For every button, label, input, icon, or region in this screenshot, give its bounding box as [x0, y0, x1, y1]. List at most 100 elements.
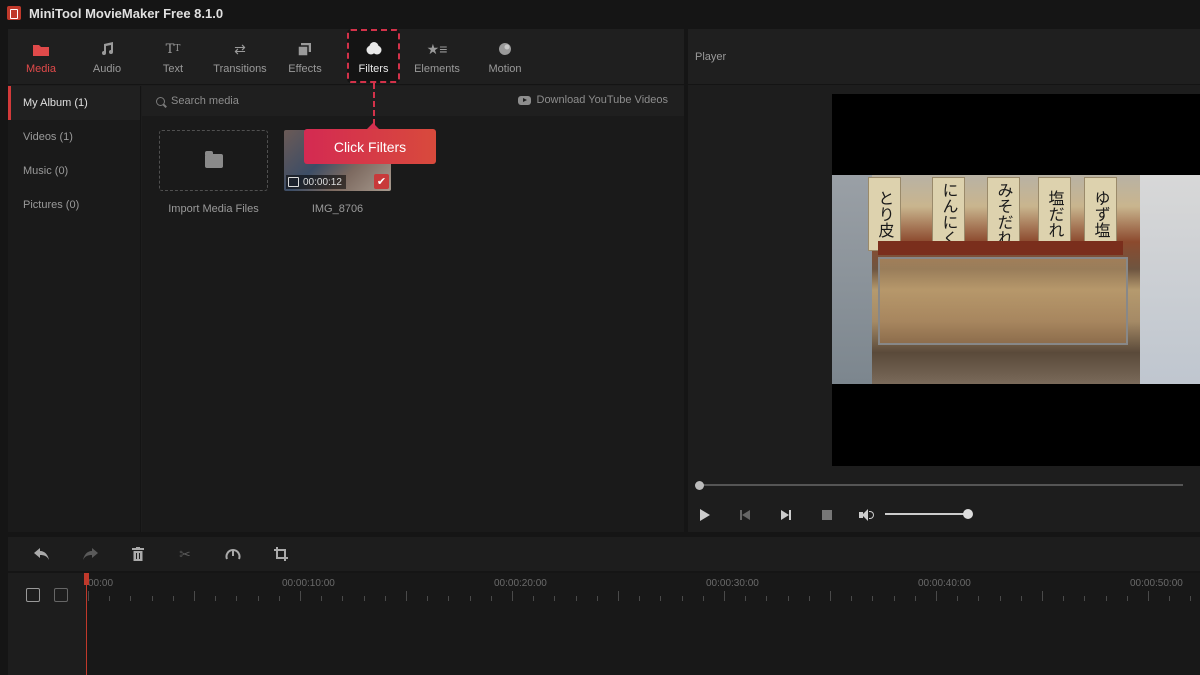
video-boxes — [1140, 175, 1200, 384]
tab-effects-label: Effects — [288, 63, 322, 75]
delete-button[interactable] — [129, 545, 147, 563]
timeline-tick — [363, 596, 365, 601]
clip-duration: 00:00:12 — [303, 176, 342, 188]
callout-text: Click Filters — [333, 138, 407, 155]
timeline-tick — [978, 596, 980, 601]
sidebar-item-my-album[interactable]: My Album (1) — [8, 86, 140, 120]
app-title: MiniTool MovieMaker Free 8.1.0 — [29, 5, 224, 21]
crop-button[interactable] — [272, 545, 290, 563]
folder-icon — [204, 150, 223, 168]
click-filters-callout: Click Filters — [304, 123, 436, 164]
sidebar-item-videos[interactable]: Videos (1) — [8, 120, 140, 154]
tab-transitions[interactable]: ⇄ Transitions — [210, 29, 270, 85]
timeline-tick-label: 00:00 — [88, 578, 114, 589]
tab-elements[interactable]: ★≡ Elements — [412, 29, 462, 85]
film-icon — [288, 177, 299, 187]
timeline-tick — [130, 596, 132, 601]
import-media-button[interactable] — [159, 130, 268, 191]
timeline-tick — [406, 591, 407, 601]
tab-motion[interactable]: Motion — [485, 29, 525, 85]
callout-connector — [373, 83, 375, 125]
search-input[interactable]: Search media — [171, 95, 239, 107]
timeline-tick — [427, 596, 429, 601]
app-logo-icon — [7, 6, 21, 20]
swap-arrows-icon: ⇄ — [234, 40, 246, 57]
timeline-tick — [660, 596, 662, 601]
timeline-tick — [681, 596, 683, 601]
video-shelf — [878, 241, 1123, 255]
video-sign: みそだれ — [987, 177, 1020, 251]
clip-duration-badge: 00:00:12 — [286, 175, 346, 189]
media-panel: Media Audio TT Text ⇄ Transitions Effect… — [8, 29, 684, 532]
timeline-tick — [999, 596, 1001, 601]
tab-effects[interactable]: Effects — [284, 29, 326, 85]
previous-frame-button[interactable] — [737, 507, 753, 523]
timeline-tick — [872, 596, 874, 601]
play-button[interactable] — [697, 507, 713, 523]
split-button[interactable]: ✂ — [176, 545, 194, 563]
timeline-tick — [257, 596, 259, 601]
video-preview: とり皮 にんにく みそだれ 塩だれ ゆず塩 — [832, 94, 1200, 466]
video-frame-image: とり皮 にんにく みそだれ 塩だれ ゆず塩 — [832, 175, 1200, 384]
video-sign: にんにく — [932, 177, 965, 251]
sidebar-item-music[interactable]: Music (0) — [8, 154, 140, 188]
copy-track-icon[interactable] — [54, 588, 68, 602]
stop-icon — [822, 510, 832, 520]
redo-button[interactable] — [81, 545, 99, 563]
youtube-icon — [517, 95, 531, 105]
playback-scrubber[interactable] — [699, 484, 1183, 486]
timeline-tick — [384, 596, 386, 601]
track-controls — [8, 573, 86, 675]
timeline-tick — [321, 596, 323, 601]
main-toolbar: Media Audio TT Text ⇄ Transitions Effect… — [8, 29, 684, 85]
timeline-tick — [554, 596, 556, 601]
video-sign: ゆず塩 — [1084, 177, 1117, 251]
scrubber-handle[interactable] — [695, 481, 704, 490]
tab-audio-label: Audio — [92, 63, 122, 75]
sidebar-item-pictures[interactable]: Pictures (0) — [8, 188, 140, 222]
timeline-tick — [914, 596, 916, 601]
filters-icon — [364, 39, 384, 59]
tab-text[interactable]: TT Text — [154, 29, 192, 85]
video-sign: 塩だれ — [1038, 177, 1071, 251]
volume-button[interactable] — [859, 507, 875, 523]
timeline-tick — [787, 596, 789, 601]
title-bar: MiniTool MovieMaker Free 8.1.0 — [0, 0, 1200, 26]
timeline-tick — [469, 596, 471, 601]
timeline-tick — [936, 591, 937, 601]
timeline-tick — [1169, 596, 1171, 601]
timeline-tick — [745, 596, 747, 601]
timeline-tick — [893, 596, 895, 601]
search-bar[interactable]: Search media Download YouTube Videos — [142, 86, 684, 116]
volume-slider-handle[interactable] — [963, 509, 973, 519]
volume-slider[interactable] — [885, 513, 968, 515]
skip-forward-icon — [781, 510, 791, 520]
stop-button[interactable] — [819, 507, 835, 523]
elements-icon: ★≡ — [426, 40, 448, 57]
folder-icon — [31, 39, 51, 59]
timeline-tick — [215, 596, 217, 601]
timeline-tick — [88, 591, 89, 601]
tab-transitions-label: Transitions — [213, 63, 267, 75]
next-frame-button[interactable] — [778, 507, 794, 523]
timeline-tick — [300, 591, 301, 601]
timeline-tick — [1042, 591, 1043, 601]
speed-button[interactable] — [224, 545, 242, 563]
timeline-tick-label: 00:00:50:00 — [1130, 578, 1183, 589]
video-display-case — [878, 257, 1128, 345]
tab-audio[interactable]: Audio — [88, 29, 126, 85]
timeline-tick-label: 00:00:10:00 — [282, 578, 335, 589]
timeline-tick — [490, 596, 492, 601]
timeline[interactable]: 00:00 00:00:10:00 00:00:20:00 00:00:30:00 00… — [8, 573, 1200, 675]
add-track-icon[interactable] — [26, 588, 40, 602]
video-rack — [832, 175, 872, 384]
motion-icon — [495, 39, 515, 59]
undo-button[interactable] — [33, 545, 51, 563]
tab-filters[interactable]: Filters — [349, 29, 398, 85]
tab-media[interactable]: Media — [22, 29, 60, 85]
timeline-tick — [1190, 596, 1192, 601]
download-youtube-button[interactable]: Download YouTube Videos — [517, 94, 668, 106]
timeline-tick — [172, 596, 174, 601]
volume-icon — [859, 508, 875, 522]
timeline-tick — [618, 591, 619, 601]
